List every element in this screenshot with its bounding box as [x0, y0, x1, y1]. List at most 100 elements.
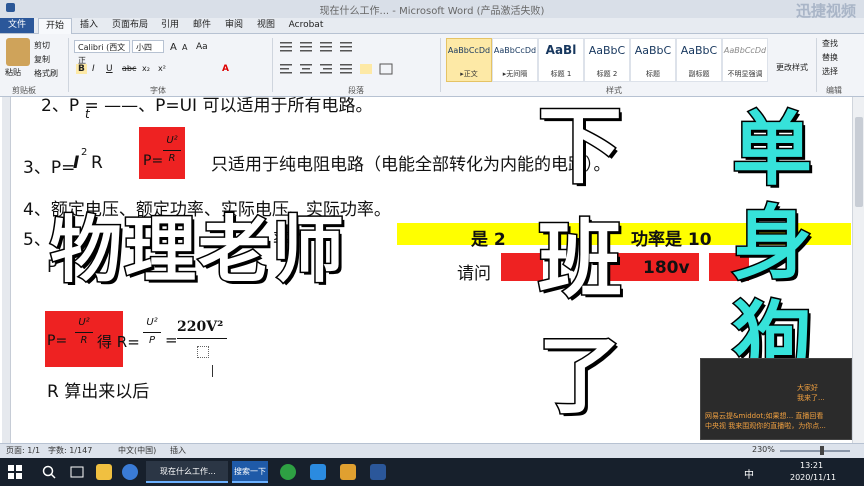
style-no-spacing[interactable]: AaBbCcDd ▸无间隔 [492, 38, 538, 82]
style-name: ▸正文 [460, 70, 478, 78]
scroll-thumb[interactable] [855, 117, 863, 207]
tab-insert[interactable]: 插入 [74, 18, 104, 33]
tab-file[interactable]: 文件 [0, 18, 34, 33]
style-title[interactable]: AaBbC 标题 [630, 38, 676, 82]
style-subtitle[interactable]: AaBbC 副标题 [676, 38, 722, 82]
find-button[interactable]: 查找 [822, 38, 838, 49]
underline-button[interactable]: U [106, 64, 113, 74]
status-bar: 页面: 1/1 字数: 1/147 中文(中国) 插入 230% [0, 443, 864, 458]
status-insert-mode[interactable]: 插入 [170, 445, 186, 456]
paragraph-group-label: 段落 [348, 86, 364, 95]
select-button[interactable]: 选择 [822, 66, 838, 77]
taskbar-app-2[interactable]: 搜索一下 [232, 461, 268, 483]
doc-line-2-denominator: t [85, 107, 90, 121]
formula-value: 220V² [177, 319, 224, 335]
chat-line-4: 中央视 我来围观你的直播啦，为你点... [705, 422, 826, 430]
title-bar: 现在什么工作... - Microsoft Word (产品激活失败) 迅捷视频 [0, 0, 864, 20]
doc-line-3-i: I [73, 153, 80, 173]
style-name: 副标题 [688, 70, 710, 78]
status-page[interactable]: 页面: 1/1 [6, 445, 40, 456]
tab-acrobat[interactable]: Acrobat [284, 18, 328, 33]
app-icon-green[interactable] [280, 464, 296, 480]
formula-num: U² [78, 317, 90, 328]
word-app-icon[interactable] [370, 464, 386, 480]
paste-icon[interactable] [6, 38, 30, 66]
tab-review[interactable]: 审阅 [220, 18, 248, 33]
formula-box-p: P= [47, 333, 68, 349]
doc-line-3-box-num: U² [166, 135, 178, 146]
paste-button[interactable]: 粘贴 [5, 67, 21, 78]
font-name-select[interactable]: Calibri (西文正 [74, 40, 130, 65]
font-color-button[interactable]: A [222, 64, 229, 74]
tab-home[interactable]: 开始 [38, 18, 72, 34]
vertical-scrollbar[interactable] [852, 97, 864, 443]
formula-num-2: U² [146, 317, 158, 328]
formula-den: R [80, 335, 88, 346]
clock-time[interactable]: 13:21 [800, 461, 823, 470]
doc-line-5-y2: 功率是 10 [631, 230, 712, 250]
app-icon-blue[interactable] [310, 464, 326, 480]
shrink-font-button[interactable]: A [182, 43, 187, 52]
ime-indicator[interactable]: 中 [744, 466, 754, 481]
ribbon-tabs: 文件 开始 插入 页面布局 引用 邮件 审阅 视图 Acrobat [0, 18, 864, 34]
copy-button[interactable]: 复制 [34, 54, 50, 65]
taskbar-app-1[interactable]: 现在什么工作... [146, 461, 228, 483]
overlay-vertical-char-3: 了 [536, 327, 623, 425]
tab-view[interactable]: 视图 [252, 18, 280, 33]
app-icon-orange[interactable] [340, 464, 356, 480]
windows-start-icon[interactable] [8, 465, 22, 479]
style-sample: AaBbCcDd [723, 46, 767, 55]
status-language[interactable]: 中文(中国) [118, 445, 156, 456]
windows-taskbar: 现在什么工作... 搜索一下 中 13:21 2020/11/11 [0, 458, 864, 486]
format-painter-button[interactable]: 格式刷 [34, 68, 58, 79]
strikethrough-button[interactable]: abc [122, 64, 136, 73]
bold-button[interactable]: B [76, 64, 87, 74]
divider [272, 38, 273, 92]
style-name: 标题 2 [596, 70, 618, 78]
cut-button[interactable]: 剪切 [34, 40, 50, 51]
doc-line-5-y1: 是 2 [471, 230, 506, 250]
font-group-label: 字体 [150, 86, 166, 95]
tab-page-layout[interactable]: 页面布局 [108, 18, 152, 33]
browser-icon[interactable] [122, 464, 138, 480]
overlay-cyan-char-2: 身 [731, 197, 814, 290]
subscript-button[interactable]: x₂ [142, 64, 150, 73]
formula-den-2: P [148, 335, 156, 346]
style-subtle-emphasis[interactable]: AaBbCcDd 不明显强调 [722, 38, 768, 82]
placeholder-box-icon[interactable] [197, 346, 209, 358]
clock-date[interactable]: 2020/11/11 [790, 473, 836, 482]
doc-line-6-red: 180v [643, 258, 690, 278]
text-cursor-icon [212, 365, 213, 377]
zoom-level[interactable]: 230% [752, 445, 775, 454]
overlay-vertical-char-2: 班 [536, 211, 623, 309]
ribbon: 粘贴 剪切 复制 格式刷 剪贴板 Calibri (西文正 小四 A A Aa … [0, 34, 864, 97]
divider [68, 38, 69, 92]
status-words[interactable]: 字数: 1/147 [48, 445, 92, 456]
font-size-select[interactable]: 小四 [132, 40, 164, 53]
change-case-button[interactable]: Aa [196, 42, 208, 52]
paragraph-buttons[interactable] [278, 40, 438, 80]
overlay-vertical-char-1: 下 [536, 97, 623, 195]
style-heading-1[interactable]: AaBl 标题 1 [538, 38, 584, 82]
superscript-button[interactable]: x² [158, 64, 166, 73]
replace-button[interactable]: 替换 [822, 52, 838, 63]
taskbar-app-1-label: 现在什么工作... [160, 467, 216, 476]
change-styles-button[interactable]: 更改样式 [776, 62, 808, 73]
file-explorer-icon[interactable] [96, 464, 112, 480]
vertical-ruler [2, 97, 11, 443]
tab-mailings[interactable]: 邮件 [188, 18, 216, 33]
doc-line-3-r: R [91, 153, 103, 173]
grow-font-button[interactable]: A [170, 42, 177, 53]
style-normal[interactable]: AaBbCcDd ▸正文 [446, 38, 492, 82]
style-sample: AaBl [545, 43, 577, 57]
zoom-slider-handle[interactable] [820, 446, 824, 455]
taskbar-app-2-label: 搜索一下 [234, 467, 266, 476]
italic-button[interactable]: I [92, 64, 95, 74]
tab-references[interactable]: 引用 [156, 18, 184, 33]
style-name: 标题 [646, 70, 660, 78]
task-view-icon[interactable] [70, 465, 84, 479]
search-icon[interactable] [42, 465, 56, 479]
zoom-slider[interactable] [780, 450, 850, 452]
clipboard-group-label: 剪贴板 [12, 86, 36, 95]
style-heading-2[interactable]: AaBbC 标题 2 [584, 38, 630, 82]
